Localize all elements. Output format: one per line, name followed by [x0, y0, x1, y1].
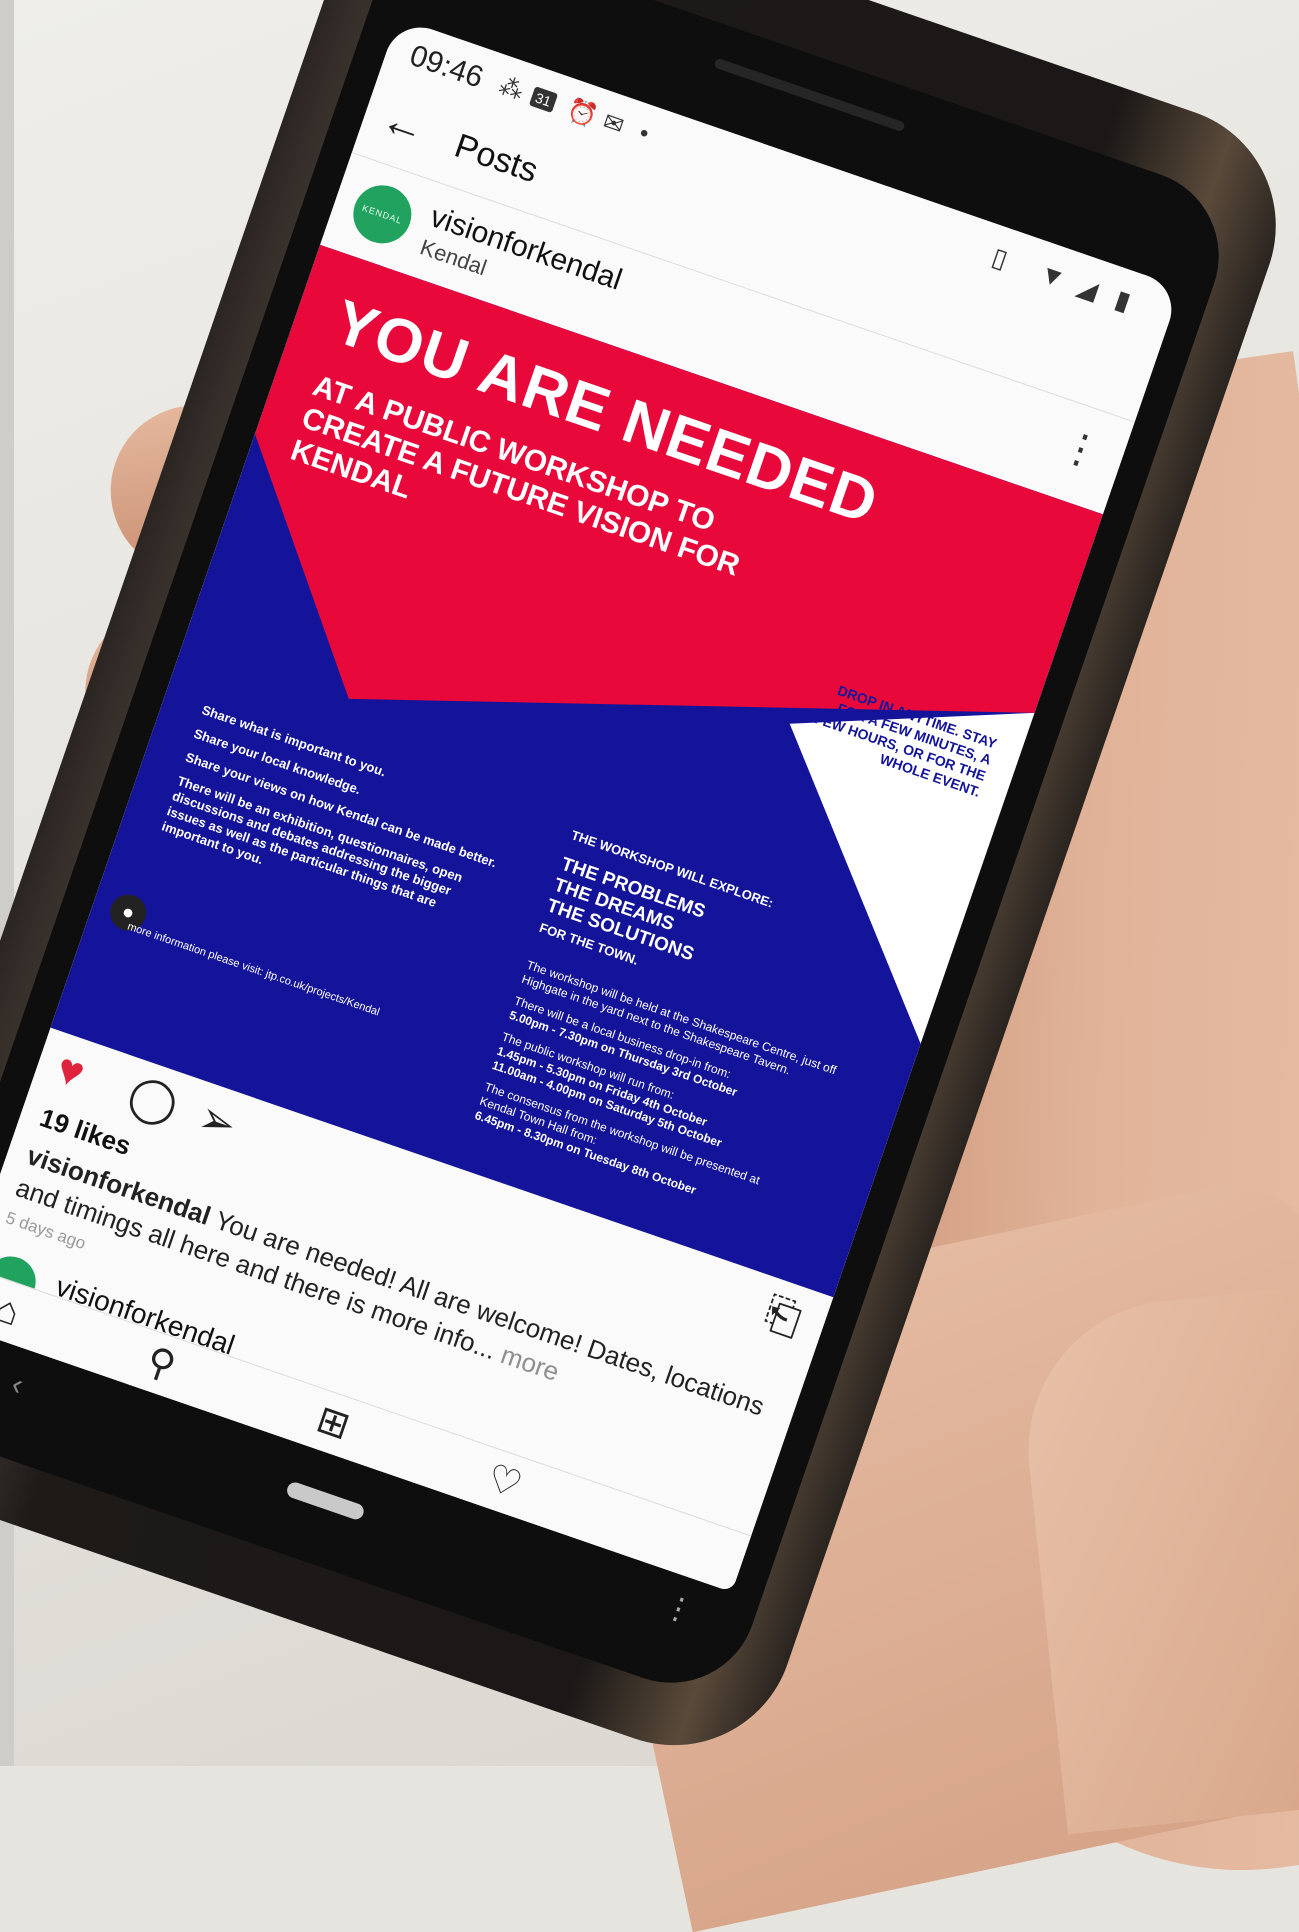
- add-post-icon[interactable]: ⊞: [310, 1396, 355, 1450]
- search-icon[interactable]: ⚲: [140, 1338, 181, 1391]
- home-icon[interactable]: ⌂: [0, 1286, 26, 1337]
- system-menu-icon[interactable]: ⋮: [658, 1588, 698, 1631]
- system-home-pill[interactable]: [284, 1480, 366, 1522]
- vibrate-icon: ▯: [988, 241, 1012, 275]
- dot-icon: •: [635, 119, 653, 148]
- activity-heart-icon[interactable]: ♡: [481, 1455, 528, 1510]
- slack-icon: ⁂: [495, 72, 527, 106]
- mail-icon: ✉: [599, 108, 628, 141]
- battery-icon: ▮: [1111, 283, 1135, 317]
- alarm-icon: ⏰: [563, 95, 601, 131]
- heart-icon[interactable]: ♥: [50, 1044, 91, 1100]
- avatar[interactable]: KENDAL: [345, 177, 420, 252]
- signal-icon: ◢: [1073, 270, 1103, 306]
- status-time: 09:46: [405, 38, 488, 95]
- system-back-icon[interactable]: ‹: [7, 1368, 27, 1403]
- bookmark-icon[interactable]: ⎗: [758, 1287, 807, 1346]
- wifi-icon: ▼: [1035, 257, 1070, 295]
- comment-icon[interactable]: ◯: [122, 1068, 185, 1131]
- calendar-icon: 31: [528, 86, 558, 113]
- page-title: Posts: [449, 126, 543, 191]
- more-options-icon[interactable]: ⋮: [1055, 422, 1107, 477]
- share-icon[interactable]: ➢: [192, 1092, 243, 1151]
- back-arrow-icon[interactable]: ←: [375, 94, 433, 156]
